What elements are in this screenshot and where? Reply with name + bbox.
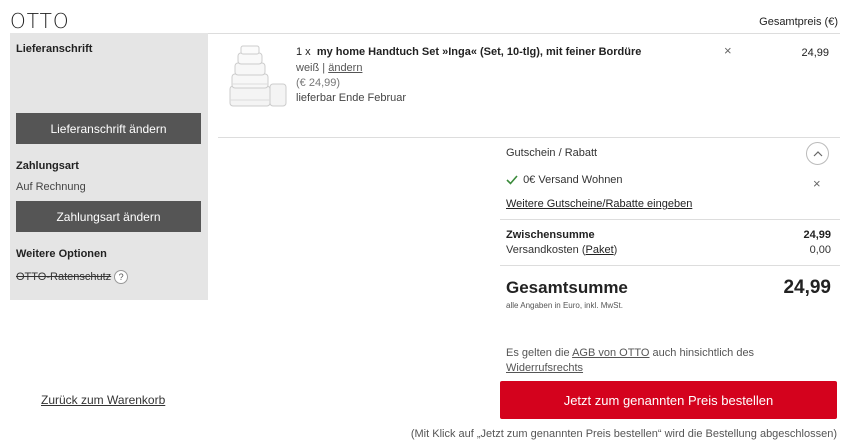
total-tax-note: alle Angaben in Euro, inkl. MwSt.	[506, 301, 623, 310]
shipping-paren: )	[613, 244, 618, 256]
options-heading: Weitere Optionen	[16, 248, 107, 260]
change-payment-button[interactable]: Zahlungsart ändern	[16, 201, 201, 232]
shipping-method-link[interactable]: Paket	[586, 244, 614, 256]
otto-logo[interactable]: OTTO	[10, 9, 70, 33]
subtotal-value: 24,99	[803, 229, 831, 241]
product-title-line: 1 x my home Handtuch Set »Inga« (Set, 10…	[296, 46, 641, 58]
shipping-value: 0,00	[809, 244, 831, 256]
agb-link[interactable]: AGB von OTTO	[572, 347, 649, 359]
grand-total-label: Gesamtsumme	[506, 278, 628, 297]
product-quantity: 1 x	[296, 46, 311, 58]
item-divider	[218, 137, 840, 138]
shipping-cost-line: Versandkosten (Paket)	[506, 244, 617, 256]
product-title[interactable]: my home Handtuch Set »Inga« (Set, 10-tlg…	[317, 46, 642, 58]
remove-item-icon[interactable]: ×	[724, 43, 732, 58]
applied-coupon-label: 0€ Versand Wohnen	[523, 174, 623, 186]
product-unit-price: (€ 24,99)	[296, 77, 341, 89]
item-price: 24,99	[801, 47, 829, 59]
shipping-label: Versandkosten (	[506, 244, 586, 256]
coupon-heading[interactable]: Gutschein / Rabatt	[506, 147, 597, 159]
grand-total-value: 24,99	[783, 277, 831, 298]
remove-coupon-icon[interactable]: ×	[813, 176, 821, 191]
back-to-cart-link[interactable]: Zurück zum Warenkorb	[41, 393, 165, 407]
place-order-button[interactable]: Jetzt zum genannten Preis bestellen	[500, 381, 837, 419]
sidebar: Lieferanschrift Lieferanschrift ändern Z…	[10, 33, 208, 300]
coupon-divider	[500, 219, 840, 220]
change-variant-link[interactable]: ändern	[328, 62, 362, 74]
terms-middle: auch hinsichtlich des	[649, 347, 755, 359]
top-divider	[208, 33, 840, 34]
delivery-info: lieferbar Ende Februar	[296, 92, 407, 104]
change-address-button[interactable]: Lieferanschrift ändern	[16, 113, 201, 144]
ratenschutz-label: OTTO-Ratenschutz	[16, 270, 112, 283]
summary-divider	[500, 265, 840, 266]
terms-text: Es gelten die AGB von OTTO auch hinsicht…	[506, 346, 806, 376]
chevron-up-icon	[813, 150, 822, 156]
order-button-note: (Mit Klick auf „Jetzt zum genannten Prei…	[410, 428, 837, 440]
product-image-towels[interactable]	[226, 44, 290, 112]
widerrufsrecht-link[interactable]: Widerrufsrechts	[506, 362, 583, 374]
terms-prefix: Es gelten die	[506, 347, 573, 359]
product-color: weiß |	[296, 62, 326, 74]
ratenschutz-option[interactable]: OTTO-Ratenschutz?	[16, 270, 129, 284]
subtotal-label: Zwischensumme	[506, 229, 595, 241]
payment-method-value: Auf Rechnung	[16, 181, 86, 193]
applied-coupon: 0€ Versand Wohnen	[506, 174, 623, 186]
payment-heading: Zahlungsart	[16, 160, 79, 172]
help-icon[interactable]: ?	[114, 270, 129, 284]
total-price-column-header: Gesamtpreis (€)	[759, 16, 838, 28]
more-coupons-link[interactable]: Weitere Gutscheine/Rabatte eingeben	[506, 198, 692, 210]
checkmark-icon	[506, 175, 518, 185]
collapse-coupon-button[interactable]	[806, 142, 829, 165]
product-variant: weiß | ändern	[296, 62, 362, 74]
address-heading: Lieferanschrift	[16, 43, 93, 55]
